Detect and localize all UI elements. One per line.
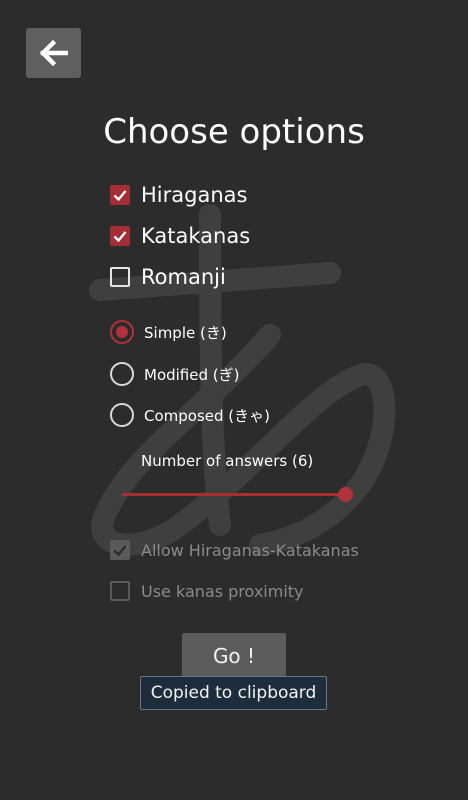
radio-label: Simple (き) <box>144 323 227 342</box>
checkbox-kanas-proximity[interactable]: Use kanas proximity <box>110 581 304 601</box>
checkbox-box[interactable] <box>110 185 130 205</box>
page-title: Choose options <box>103 112 365 152</box>
toast-message: Copied to clipboard <box>140 676 327 710</box>
radio-dot <box>116 326 128 338</box>
checkmark-icon <box>113 231 127 243</box>
checkbox-label: Katakanas <box>141 224 251 248</box>
checkmark-icon <box>113 545 127 557</box>
back-button[interactable] <box>26 28 81 78</box>
checkbox-box[interactable] <box>110 581 130 601</box>
radio-simple[interactable]: Simple (き) <box>110 320 227 344</box>
answers-slider-label: Number of answers (6) <box>141 452 314 470</box>
checkbox-label: Allow Hiraganas-Katakanas <box>141 540 359 560</box>
radio-button[interactable] <box>110 362 134 386</box>
answers-slider-thumb[interactable] <box>338 487 353 502</box>
radio-button[interactable] <box>110 320 134 344</box>
checkbox-hiraganas[interactable]: Hiraganas <box>110 183 247 207</box>
checkbox-box[interactable] <box>110 267 130 287</box>
checkbox-romanji[interactable]: Romanji <box>110 265 226 289</box>
answers-slider-track[interactable] <box>122 493 346 496</box>
radio-label: Composed (きゃ) <box>144 406 270 425</box>
radio-button[interactable] <box>110 403 134 427</box>
radio-composed[interactable]: Composed (きゃ) <box>110 403 270 427</box>
checkmark-icon <box>113 190 127 202</box>
checkbox-allow-hiraganas-katakanas[interactable]: Allow Hiraganas-Katakanas <box>110 540 359 560</box>
checkbox-label: Use kanas proximity <box>141 581 304 601</box>
checkbox-label: Romanji <box>141 265 226 289</box>
checkbox-box[interactable] <box>110 540 130 560</box>
radio-label: Modified (ぎ) <box>144 365 240 384</box>
arrow-left-icon <box>39 40 68 66</box>
radio-modified[interactable]: Modified (ぎ) <box>110 362 239 386</box>
checkbox-katakanas[interactable]: Katakanas <box>110 224 250 248</box>
checkbox-label: Hiraganas <box>141 183 248 207</box>
checkbox-box[interactable] <box>110 226 130 246</box>
